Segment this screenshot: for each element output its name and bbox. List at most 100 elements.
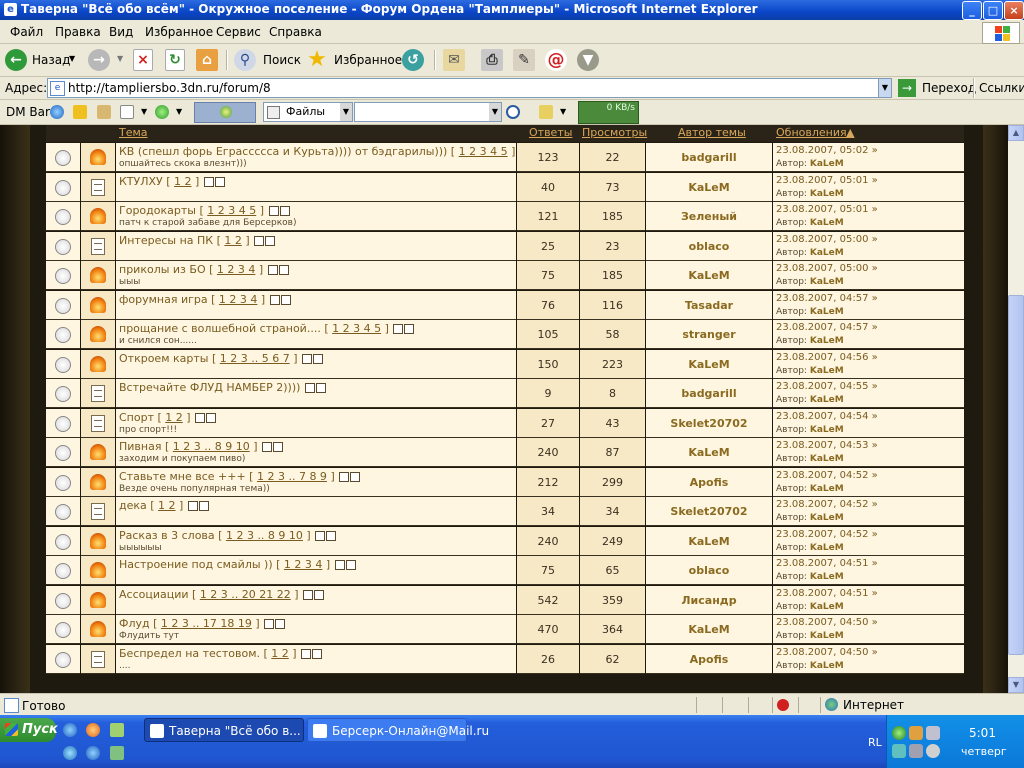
globe-quicklaunch-icon[interactable] (63, 746, 77, 760)
menu-tools[interactable]: Сервис (216, 25, 261, 39)
last-post-arrow-icon[interactable]: » (872, 322, 878, 333)
topic-pages[interactable]: 1 2 3 4 5 (332, 322, 381, 335)
topic-radio[interactable] (55, 592, 71, 609)
mail-icon[interactable]: ✉ (443, 49, 465, 71)
header-topic[interactable]: Тема (119, 126, 148, 139)
search-icon[interactable]: ⚲ (234, 49, 256, 71)
tray-volume-icon[interactable] (926, 744, 940, 758)
home-icon[interactable]: ⌂ (196, 49, 218, 71)
last-author[interactable]: KaLeM (810, 631, 844, 641)
last-post-arrow-icon[interactable]: » (872, 381, 878, 392)
last-author[interactable]: KaLeM (810, 248, 844, 258)
last-author[interactable]: KaLeM (810, 425, 844, 435)
topic-radio[interactable] (55, 563, 71, 579)
last-post-arrow-icon[interactable]: » (872, 617, 878, 628)
topic-pages[interactable]: 1 2 (174, 175, 192, 188)
last-author[interactable]: KaLeM (810, 366, 844, 376)
tray-green-icon[interactable] (892, 726, 906, 740)
history-icon[interactable]: ↺ (402, 49, 424, 71)
topic-author[interactable]: KaLeM (646, 358, 772, 371)
globe-icon[interactable] (50, 105, 64, 119)
last-post-arrow-icon[interactable]: » (872, 558, 878, 569)
last-post-arrow-icon[interactable]: » (872, 204, 878, 215)
download-dropdown-icon[interactable]: ▼ (560, 107, 566, 116)
last-post-arrow-icon[interactable]: » (872, 145, 878, 156)
minimize-button[interactable]: _ (962, 1, 982, 20)
green-dropdown-icon[interactable]: ▼ (176, 107, 182, 116)
add-icon[interactable] (73, 105, 87, 119)
topic-close-icon[interactable] (279, 206, 290, 216)
topic-close-icon[interactable] (280, 294, 291, 305)
topic-author[interactable]: oblaco (646, 240, 772, 253)
last-post-arrow-icon[interactable]: » (872, 470, 878, 481)
topic-pages[interactable]: 1 2 3 4 5 (459, 145, 508, 158)
topic-close-icon[interactable] (214, 176, 225, 187)
messenger-icon[interactable]: ▼ (577, 49, 599, 71)
dm-search-input[interactable]: ▼ (354, 102, 502, 122)
ie-quicklaunch-icon[interactable] (63, 723, 77, 737)
topic-pages[interactable]: 1 2 3 4 (217, 263, 255, 276)
topic-link[interactable]: приколы из БО [ (119, 263, 213, 276)
topic-pages[interactable]: 1 2 3 .. 8 9 10 (226, 529, 303, 542)
topic-author[interactable]: KaLeM (646, 535, 772, 548)
popup-blocked-icon[interactable] (777, 699, 789, 711)
forward-arrow-icon[interactable]: → (88, 49, 110, 71)
edit-icon[interactable]: ✎ (513, 49, 535, 71)
address-input[interactable]: e http://tampliersbo.3dn.ru/forum/8 ▼ (47, 78, 892, 98)
links-button[interactable]: Ссылки (979, 81, 1024, 95)
green-circle-icon[interactable] (155, 105, 169, 119)
last-author[interactable]: KaLeM (810, 395, 844, 405)
maximize-button[interactable]: □ (983, 1, 1003, 20)
topic-link[interactable]: Расказ в 3 слова [ (119, 529, 222, 542)
last-post-arrow-icon[interactable]: » (872, 647, 878, 658)
stop-icon[interactable]: × (133, 49, 153, 71)
topic-author[interactable]: Зеленый (646, 210, 772, 223)
menu-view[interactable]: Вид (109, 25, 133, 39)
topic-radio[interactable] (55, 268, 71, 284)
address-dropdown-icon[interactable]: ▼ (878, 79, 891, 97)
last-post-arrow-icon[interactable]: » (872, 411, 878, 422)
topic-author[interactable]: KaLeM (646, 181, 772, 194)
forward-dropdown-icon[interactable]: ▼ (117, 54, 123, 63)
print-icon[interactable]: ⎙ (481, 49, 503, 71)
topic-close-icon[interactable] (326, 530, 337, 541)
topic-pages[interactable]: 1 2 3 .. 7 8 9 (257, 470, 327, 483)
menu-file[interactable]: Файл (10, 25, 43, 39)
topic-link[interactable]: Откроем карты [ (119, 352, 216, 365)
go-button[interactable]: Переход (922, 81, 976, 95)
topic-radio[interactable] (55, 474, 71, 491)
tray-computer-icon[interactable] (909, 744, 923, 758)
topic-link[interactable]: Беспредел на тестовом. [ (119, 647, 268, 660)
last-author[interactable]: KaLeM (810, 513, 844, 523)
last-post-arrow-icon[interactable]: » (872, 352, 878, 363)
last-author[interactable]: KaLeM (810, 484, 844, 494)
files-dropdown-icon[interactable]: ▼ (340, 103, 352, 121)
tray-monitor-icon[interactable] (926, 726, 940, 740)
menu-help[interactable]: Справка (269, 25, 322, 39)
language-indicator[interactable]: RL (868, 736, 882, 749)
tray-sync-icon[interactable] (892, 744, 906, 758)
topic-radio[interactable] (55, 386, 71, 402)
menu-favorites[interactable]: Избранное (145, 25, 213, 39)
favorites-star-icon[interactable]: ★ (306, 49, 328, 71)
header-views[interactable]: Просмотры (582, 126, 647, 139)
menu-edit[interactable]: Правка (55, 25, 101, 39)
topic-author[interactable]: Skelet20702 (646, 417, 772, 430)
files-select[interactable]: Файлы ▼ (263, 102, 353, 122)
page-scrollbar[interactable]: ▲ ▼ (1008, 125, 1024, 693)
task-mailru[interactable]: Берсерк-Онлайн@Mail.ru (307, 718, 489, 742)
last-author[interactable]: KaLeM (810, 602, 844, 612)
topic-author[interactable]: Apofis (646, 476, 772, 489)
dm-search-icon[interactable] (506, 105, 520, 119)
last-post-arrow-icon[interactable]: » (872, 293, 878, 304)
topic-author[interactable]: Apofis (646, 653, 772, 666)
topic-link[interactable]: дека [ (119, 499, 155, 512)
topic-close-icon[interactable] (273, 442, 284, 452)
favorites-button[interactable]: Избранное (334, 53, 402, 67)
topic-author[interactable]: KaLeM (646, 623, 772, 636)
topic-link[interactable]: КТУЛХУ [ (119, 175, 171, 188)
topic-close-icon[interactable] (313, 353, 323, 364)
close-button[interactable]: × (1004, 1, 1024, 20)
home-small-icon[interactable] (120, 105, 134, 119)
go-arrow-icon[interactable]: → (898, 79, 916, 97)
